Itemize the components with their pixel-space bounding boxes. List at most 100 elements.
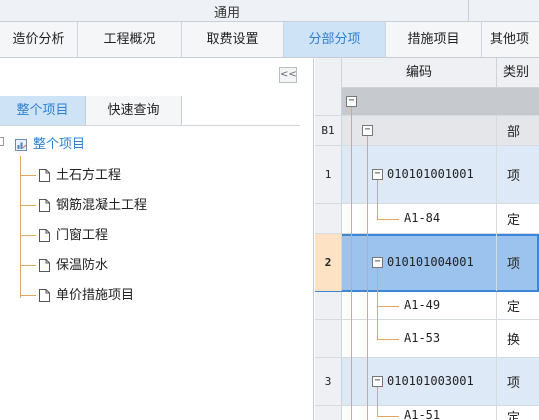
collapse-node-button[interactable]: − bbox=[362, 125, 373, 136]
tree-item-insulation-waterproofing[interactable]: 保温防水 bbox=[20, 256, 108, 276]
top-strip-title: 通用 bbox=[214, 6, 241, 21]
tab-measure-items[interactable]: 措施项目 bbox=[386, 22, 482, 57]
row-type-cell: 项 bbox=[507, 169, 521, 184]
row-index: 2 bbox=[315, 234, 342, 291]
table-row-item[interactable]: 3 − 010101003001 项 bbox=[315, 358, 539, 406]
row-index: 3 bbox=[315, 358, 342, 405]
document-icon bbox=[39, 229, 50, 242]
table-row-quota[interactable]: A1-84 定 bbox=[315, 204, 539, 234]
row-type-cell: 定 bbox=[507, 411, 521, 420]
quota-code: A1-84 bbox=[404, 211, 441, 225]
tree-branch-line bbox=[20, 205, 36, 206]
tab-cost-analysis[interactable]: 造价分析 bbox=[0, 22, 78, 57]
tree-line bbox=[351, 107, 352, 116]
tree-branch-line bbox=[20, 295, 36, 296]
document-icon bbox=[39, 169, 50, 182]
tree-line bbox=[377, 180, 378, 204]
project-tree-pane: << 整个项目 快速查询 整个项目 土石方工程 钢筋混凝土工程 门窗工程 保温防… bbox=[0, 58, 314, 420]
row-type-cell: 部 bbox=[507, 125, 521, 140]
tree-root-label: 整个项目 bbox=[33, 137, 86, 152]
item-code: 010101003001 bbox=[387, 374, 474, 388]
tree-line bbox=[377, 416, 399, 417]
project-tree: 整个项目 土石方工程 钢筋混凝土工程 门窗工程 保温防水 单价措施项目 bbox=[0, 126, 314, 416]
tree-line bbox=[377, 320, 378, 339]
tree-branch-line bbox=[20, 235, 36, 236]
table-row-item[interactable]: 1 − 010101001001 项 bbox=[315, 146, 539, 204]
tree-line bbox=[351, 292, 352, 320]
quota-code: A1-51 bbox=[404, 408, 441, 420]
collapse-pane-button[interactable]: << bbox=[279, 67, 297, 83]
tab-project-overview[interactable]: 工程概况 bbox=[78, 22, 182, 57]
tree-item-reinforced-concrete[interactable]: 钢筋混凝土工程 bbox=[20, 196, 147, 216]
row-type-cell: 换 bbox=[507, 333, 521, 348]
tree-item-earthwork[interactable]: 土石方工程 bbox=[20, 166, 121, 186]
main-tab-bar: 造价分析 工程概况 取费设置 分部分项 措施项目 其他项 bbox=[0, 22, 539, 58]
project-folder-icon bbox=[15, 138, 27, 151]
tree-line bbox=[377, 204, 378, 219]
row-code-cell[interactable]: − bbox=[342, 88, 497, 116]
table-row-quota[interactable]: A1-53 换 bbox=[315, 320, 539, 358]
tree-line bbox=[377, 268, 378, 292]
tree-subtabs: 整个项目 快速查询 bbox=[0, 96, 300, 126]
tree-item-doors-windows[interactable]: 门窗工程 bbox=[20, 226, 108, 246]
row-code-cell[interactable]: A1-49 bbox=[342, 292, 497, 320]
tab-other-items[interactable]: 其他项 bbox=[482, 22, 539, 57]
tree-line bbox=[367, 320, 368, 358]
header-code[interactable]: 编码 bbox=[342, 58, 497, 87]
tree-line bbox=[377, 387, 378, 406]
row-code-cell[interactable]: − 010101001001 bbox=[342, 146, 497, 204]
tree-expander-partial[interactable] bbox=[0, 137, 4, 146]
tab-fee-settings[interactable]: 取费设置 bbox=[182, 22, 284, 57]
tree-line bbox=[351, 234, 352, 292]
tree-line bbox=[377, 339, 399, 340]
tree-line bbox=[351, 146, 352, 204]
document-icon bbox=[39, 199, 50, 212]
tree-line bbox=[367, 358, 368, 406]
collapse-node-button[interactable]: − bbox=[346, 96, 357, 107]
item-code: 010101001001 bbox=[387, 167, 474, 181]
tree-root-node[interactable]: 整个项目 bbox=[15, 136, 85, 154]
item-code: 010101004001 bbox=[387, 255, 474, 269]
collapse-node-button[interactable]: − bbox=[372, 257, 383, 268]
row-code-cell[interactable]: A1-51 bbox=[342, 406, 497, 420]
tree-branch-line bbox=[20, 175, 36, 176]
tree-line bbox=[351, 358, 352, 406]
table-row-item-selected[interactable]: 2 − 010101004001 项 bbox=[315, 234, 539, 292]
collapse-node-button[interactable]: − bbox=[372, 376, 383, 387]
items-grid: 编码 类别 − B1 − 部 1 − 010101001001 项 A1-84 … bbox=[315, 58, 539, 420]
header-type[interactable]: 类别 bbox=[497, 58, 539, 87]
row-code-cell[interactable]: A1-84 bbox=[342, 204, 497, 234]
row-index bbox=[315, 292, 342, 319]
row-code-cell[interactable]: − 010101003001 bbox=[342, 358, 497, 406]
table-row-project[interactable]: − bbox=[315, 88, 539, 116]
table-row-quota[interactable]: A1-51 定 bbox=[315, 406, 539, 420]
document-icon bbox=[39, 259, 50, 272]
tree-line bbox=[351, 320, 352, 358]
table-row-quota[interactable]: A1-49 定 bbox=[315, 292, 539, 320]
row-code-cell[interactable]: − 010101004001 bbox=[342, 234, 497, 292]
tree-line bbox=[367, 136, 368, 146]
tree-line bbox=[351, 204, 352, 234]
tree-line bbox=[377, 406, 378, 416]
row-index bbox=[315, 320, 342, 357]
tree-line bbox=[367, 146, 368, 204]
top-strip: 通用 bbox=[0, 0, 539, 22]
grid-header: 编码 类别 bbox=[342, 58, 539, 88]
tree-line bbox=[367, 406, 368, 420]
tab-divisional-items[interactable]: 分部分项 bbox=[284, 22, 386, 57]
row-type-cell: 项 bbox=[507, 376, 521, 391]
tree-item-label: 土石方工程 bbox=[56, 168, 122, 183]
tree-branch-line bbox=[20, 265, 36, 266]
tree-line bbox=[367, 292, 368, 320]
row-index: 1 bbox=[315, 146, 342, 203]
row-code-cell[interactable]: A1-53 bbox=[342, 320, 497, 358]
subtab-quick-search[interactable]: 快速查询 bbox=[86, 96, 182, 125]
tree-item-label: 单价措施项目 bbox=[56, 288, 135, 303]
tree-item-unit-price-measures[interactable]: 单价措施项目 bbox=[20, 286, 134, 306]
table-row-division[interactable]: B1 − 部 bbox=[315, 116, 539, 146]
quota-code: A1-53 bbox=[404, 331, 441, 345]
collapse-node-button[interactable]: − bbox=[372, 169, 383, 180]
row-code-cell[interactable]: − bbox=[342, 116, 497, 146]
row-type-cell bbox=[497, 88, 539, 115]
subtab-whole-project[interactable]: 整个项目 bbox=[0, 96, 86, 125]
